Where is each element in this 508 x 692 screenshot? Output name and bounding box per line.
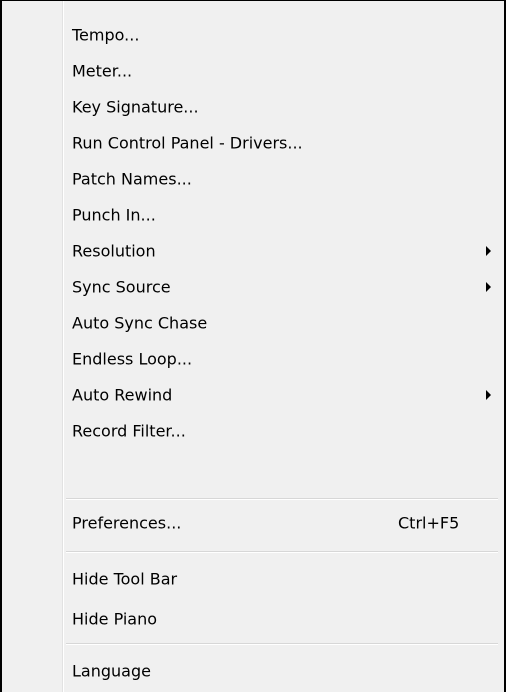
submenu-arrow-icon [486,390,491,400]
menu-item-tempo[interactable]: Tempo... [2,17,504,53]
menu-item-label: Tempo... [72,25,140,45]
menu-item-label: Sync Source [72,277,171,297]
menu-item-auto-sync-chase[interactable]: Auto Sync Chase [2,305,504,341]
context-menu: Tempo... Meter... Key Signature... Run C… [0,0,506,692]
menu-item-punch-in[interactable]: Punch In... [2,197,504,233]
menu-item-resolution[interactable]: Resolution [2,233,504,269]
menu-item-label: Patch Names... [72,169,192,189]
menu-item-record-filter[interactable]: Record Filter... [2,413,504,449]
menu-item-label: Meter... [72,61,133,81]
menu-item-label: Key Signature... [72,97,199,117]
menu-item-key-signature[interactable]: Key Signature... [2,89,504,125]
menu-item-language[interactable]: Language [2,653,504,689]
menu-separator [66,498,498,500]
menu-item-label: Endless Loop... [72,349,193,369]
submenu-arrow-icon [486,246,491,256]
menu-item-label: Language [72,661,151,681]
menu-item-label: Preferences... [72,513,182,533]
menu-item-run-control-panel-drivers[interactable]: Run Control Panel - Drivers... [2,125,504,161]
menu-separator [66,643,498,645]
menu-item-label: Run Control Panel - Drivers... [72,133,303,153]
menu-item-label: Punch In... [72,205,156,225]
menu-item-meter[interactable]: Meter... [2,53,504,89]
menu-item-label: Record Filter... [72,421,186,441]
menu-item-sync-source[interactable]: Sync Source [2,269,504,305]
menu-item-label: Resolution [72,241,156,261]
menu-item-preferences[interactable]: Preferences... Ctrl+F5 [2,505,504,541]
menu-item-label: Auto Rewind [72,385,173,405]
menu-item-label: Hide Tool Bar [72,569,178,589]
submenu-arrow-icon [486,282,491,292]
menu-item-label: Auto Sync Chase [72,313,208,333]
menu-item-endless-loop[interactable]: Endless Loop... [2,341,504,377]
menu-item-label: Hide Piano [72,609,158,629]
menu-separator [66,551,498,553]
shortcut-label: Ctrl+F5 [398,513,460,533]
menu-item-hide-tool-bar[interactable]: Hide Tool Bar [2,561,504,597]
menu-item-patch-names[interactable]: Patch Names... [2,161,504,197]
menu-item-hide-piano[interactable]: Hide Piano [2,601,504,637]
menu-item-auto-rewind[interactable]: Auto Rewind [2,377,504,413]
